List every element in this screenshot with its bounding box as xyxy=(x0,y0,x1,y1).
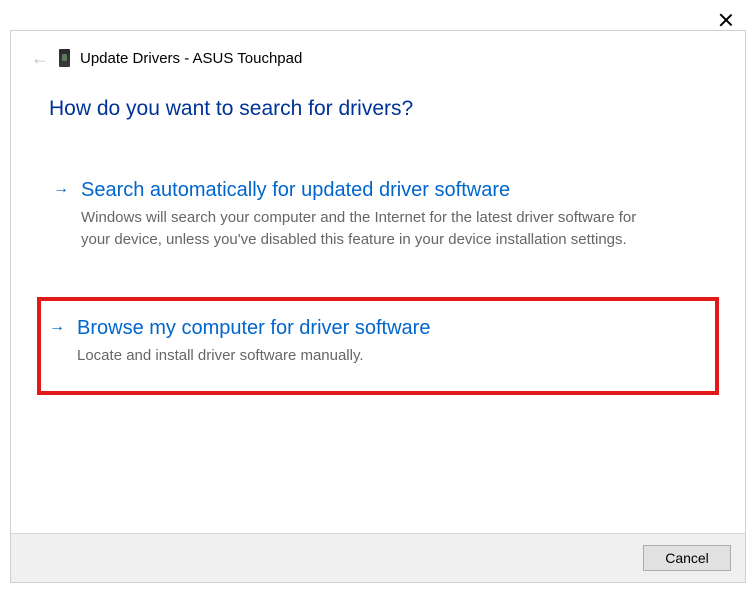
option-title: Browse my computer for driver software xyxy=(77,315,707,341)
option-search-automatically[interactable]: → Search automatically for updated drive… xyxy=(49,171,707,263)
cancel-button[interactable]: Cancel xyxy=(643,545,731,571)
window-title: Update Drivers - ASUS Touchpad xyxy=(80,50,302,67)
arrow-right-icon: → xyxy=(49,315,65,339)
content-area: How do you want to search for drivers? →… xyxy=(11,77,745,395)
device-icon xyxy=(59,49,70,67)
titlebar: ← Update Drivers - ASUS Touchpad xyxy=(11,31,745,77)
option-title: Search automatically for updated driver … xyxy=(81,177,703,203)
option-browse-computer[interactable]: → Browse my computer for driver software… xyxy=(37,297,719,395)
update-drivers-dialog: ← Update Drivers - ASUS Touchpad How do … xyxy=(10,30,746,583)
option-description: Locate and install driver software manua… xyxy=(77,345,637,367)
option-description: Windows will search your computer and th… xyxy=(81,207,641,251)
arrow-right-icon: → xyxy=(53,177,69,201)
close-icon[interactable] xyxy=(718,12,734,28)
page-heading: How do you want to search for drivers? xyxy=(49,97,707,121)
back-arrow-icon: ← xyxy=(31,49,49,67)
dialog-footer: Cancel xyxy=(11,533,745,582)
